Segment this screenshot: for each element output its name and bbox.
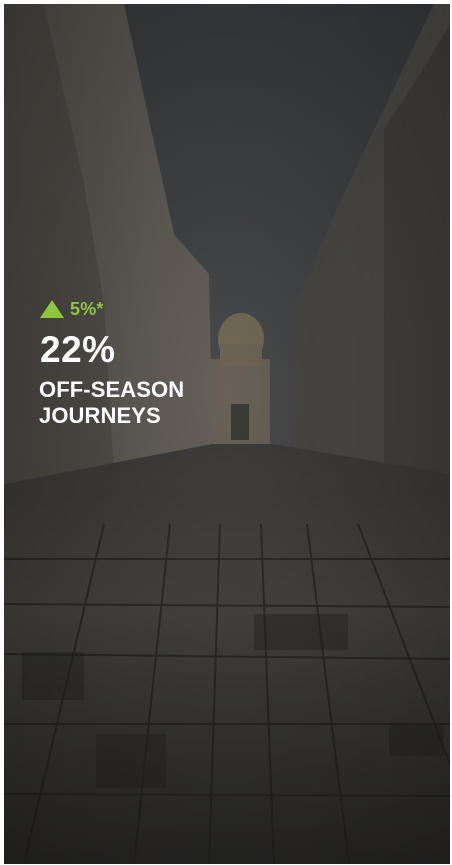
change-row: 5%* [40, 297, 298, 321]
stat-label-line-2: JOURNEYS [39, 403, 161, 428]
stat-overlay: 5%* 22% OFF-SEASON JOURNEYS [38, 297, 298, 429]
up-triangle-icon [40, 300, 64, 318]
street-background-image [4, 4, 450, 864]
stat-value: 22% [40, 329, 116, 370]
stat-label: OFF-SEASON JOURNEYS [39, 377, 298, 429]
stat-label-line-1: OFF-SEASON [39, 377, 185, 402]
change-value: 5%* [70, 298, 104, 319]
stat-card: 5%* 22% OFF-SEASON JOURNEYS [4, 4, 450, 864]
